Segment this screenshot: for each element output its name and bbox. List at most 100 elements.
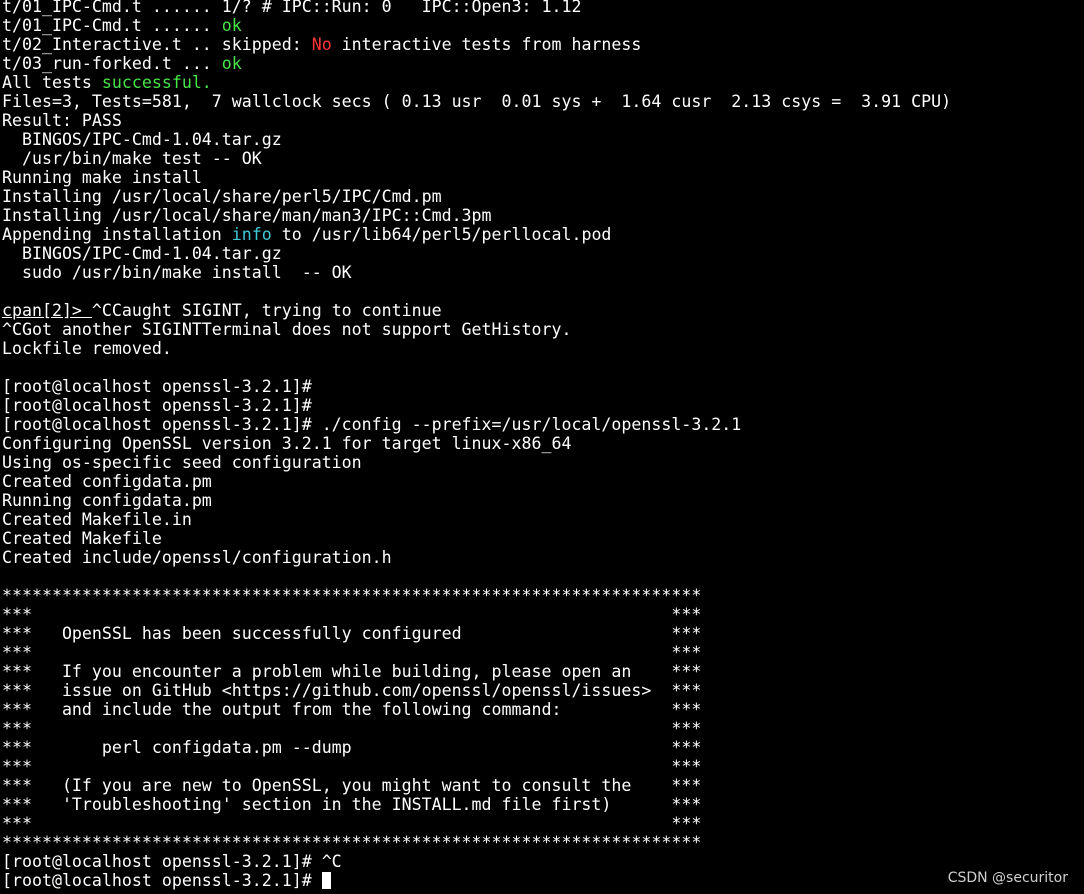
terminal-line: *** issue on GitHub <https://github.com/… (2, 681, 1082, 700)
terminal-text: [root@localhost openssl-3.2.1]# (2, 871, 322, 890)
terminal-text: ok (221, 54, 242, 73)
terminal-text: [root@localhost openssl-3.2.1]# ^C (2, 852, 342, 871)
terminal-line: *** *** (2, 719, 1082, 738)
terminal-line: Created include/openssl/configuration.h (2, 548, 1082, 567)
terminal-text: *** *** (2, 757, 702, 776)
terminal-text: t/02_Interactive.t .. skipped: (2, 35, 312, 54)
terminal-line: [root@localhost openssl-3.2.1]# (2, 871, 1082, 890)
terminal-line: All tests successful. (2, 73, 1082, 92)
terminal-text: Using os-specific seed configuration (2, 453, 362, 472)
csdn-watermark: CSDN @securitor (947, 870, 1068, 886)
terminal-text: No (311, 35, 332, 54)
terminal-text: Created Makefile.in (2, 510, 192, 529)
terminal-text: cpan[2]> (2, 301, 92, 320)
terminal-line: Installing /usr/local/share/man/man3/IPC… (2, 206, 1082, 225)
terminal-line: Installing /usr/local/share/perl5/IPC/Cm… (2, 187, 1082, 206)
terminal-text: Created configdata.pm (2, 472, 212, 491)
terminal-line: [root@localhost openssl-3.2.1]# (2, 377, 1082, 396)
terminal-line: Running configdata.pm (2, 491, 1082, 510)
terminal-line: Created configdata.pm (2, 472, 1082, 491)
terminal-text: *** OpenSSL has been successfully config… (2, 624, 702, 643)
terminal-text: *** *** (2, 643, 702, 662)
terminal-text: Created include/openssl/configuration.h (2, 548, 392, 567)
terminal-text: *** *** (2, 605, 702, 624)
terminal-text: Appending installation (2, 225, 232, 244)
terminal-text: /usr/bin/make test -- OK (2, 149, 262, 168)
terminal-text: Installing /usr/local/share/man/man3/IPC… (2, 206, 492, 225)
terminal-line: Configuring OpenSSL version 3.2.1 for ta… (2, 434, 1082, 453)
terminal-line: Appending installation info to /usr/lib6… (2, 225, 1082, 244)
terminal-text: successful. (101, 73, 212, 92)
terminal-text: *** and include the output from the foll… (2, 700, 702, 719)
terminal-line: Lockfile removed. (2, 339, 1082, 358)
terminal-line: [root@localhost openssl-3.2.1]# (2, 396, 1082, 415)
terminal-line: ****************************************… (2, 833, 1082, 852)
terminal-text: info (231, 225, 272, 244)
terminal-text: *** *** (2, 814, 702, 833)
terminal-line: BINGOS/IPC-Cmd-1.04.tar.gz (2, 130, 1082, 149)
terminal-line: *** and include the output from the foll… (2, 700, 1082, 719)
terminal-line: Using os-specific seed configuration (2, 453, 1082, 472)
terminal-line: Result: PASS (2, 111, 1082, 130)
terminal-line: [root@localhost openssl-3.2.1]# ^C (2, 852, 1082, 871)
terminal-text: Configuring OpenSSL version 3.2.1 for ta… (2, 434, 572, 453)
terminal-line: [root@localhost openssl-3.2.1]# ./config… (2, 415, 1082, 434)
terminal-text: BINGOS/IPC-Cmd-1.04.tar.gz (2, 130, 282, 149)
terminal-line: t/01_IPC-Cmd.t ...... 1/? # IPC::Run: 0 … (2, 0, 1082, 16)
terminal-line: t/02_Interactive.t .. skipped: No intera… (2, 35, 1082, 54)
terminal-line: /usr/bin/make test -- OK (2, 149, 1082, 168)
terminal-text: *** *** (2, 719, 702, 738)
terminal-text: [root@localhost openssl-3.2.1]# (2, 377, 312, 396)
terminal-line: *** *** (2, 605, 1082, 624)
terminal-text: to /usr/lib64/perl5/perllocal.pod (271, 225, 612, 244)
terminal-line: t/03_run-forked.t ... ok (2, 54, 1082, 73)
terminal-line: BINGOS/IPC-Cmd-1.04.tar.gz (2, 244, 1082, 263)
terminal-line: Files=3, Tests=581, 7 wallclock secs ( 0… (2, 92, 1082, 111)
terminal-text: Running configdata.pm (2, 491, 212, 510)
terminal-text: Installing /usr/local/share/perl5/IPC/Cm… (2, 187, 442, 206)
terminal-line: t/01_IPC-Cmd.t ...... ok (2, 16, 1082, 35)
terminal-text: All tests (2, 73, 102, 92)
terminal-line: cpan[2]> ^CCaught SIGINT, trying to cont… (2, 301, 1082, 320)
terminal-line: Running make install (2, 168, 1082, 187)
terminal-text: Result: PASS (2, 111, 122, 130)
terminal-text: t/03_run-forked.t ... (2, 54, 222, 73)
terminal-text: t/01_IPC-Cmd.t ...... (2, 16, 222, 35)
terminal-text: ^CCaught SIGINT, trying to continue (91, 301, 442, 320)
terminal-line: ****************************************… (2, 586, 1082, 605)
terminal-text: [root@localhost openssl-3.2.1]# ./config… (2, 415, 742, 434)
terminal-text: Running make install (2, 168, 202, 187)
terminal-text: BINGOS/IPC-Cmd-1.04.tar.gz (2, 244, 282, 263)
terminal-output[interactable]: t/01_IPC-Cmd.t ...... 1/? # IPC::Run: 0 … (2, 0, 1082, 891)
terminal-text: ****************************************… (2, 833, 702, 852)
terminal-text: sudo /usr/bin/make install -- OK (2, 263, 352, 282)
terminal-line: *** OpenSSL has been successfully config… (2, 624, 1082, 643)
terminal-text: Files=3, Tests=581, 7 wallclock secs ( 0… (2, 92, 952, 111)
terminal-line: Created Makefile (2, 529, 1082, 548)
terminal-text: *** issue on GitHub <https://github.com/… (2, 681, 702, 700)
terminal-line: *** 'Troubleshooting' section in the INS… (2, 795, 1082, 814)
terminal-text: ^CGot another SIGINTTerminal does not su… (2, 320, 572, 339)
terminal-text: *** If you encounter a problem while bui… (2, 662, 702, 681)
terminal-line: *** *** (2, 757, 1082, 776)
terminal-line: *** (If you are new to OpenSSL, you migh… (2, 776, 1082, 795)
terminal-text: Lockfile removed. (2, 339, 172, 358)
cursor-block (321, 872, 331, 889)
terminal-text: ok (221, 16, 242, 35)
terminal-line: *** *** (2, 814, 1082, 833)
terminal-text: *** (If you are new to OpenSSL, you migh… (2, 776, 702, 795)
terminal-text: t/01_IPC-Cmd.t ...... 1/? # IPC::Run: 0 … (2, 0, 582, 16)
terminal-line: *** If you encounter a problem while bui… (2, 662, 1082, 681)
terminal-text: *** perl configdata.pm --dump *** (2, 738, 702, 757)
terminal-text: [root@localhost openssl-3.2.1]# (2, 396, 312, 415)
terminal-text: interactive tests from harness (331, 35, 642, 54)
terminal-line: sudo /usr/bin/make install -- OK (2, 263, 1082, 282)
terminal-line: *** perl configdata.pm --dump *** (2, 738, 1082, 757)
terminal-line: *** *** (2, 643, 1082, 662)
terminal-text: *** 'Troubleshooting' section in the INS… (2, 795, 702, 814)
terminal-text: ****************************************… (2, 586, 702, 605)
terminal-text: Created Makefile (2, 529, 162, 548)
